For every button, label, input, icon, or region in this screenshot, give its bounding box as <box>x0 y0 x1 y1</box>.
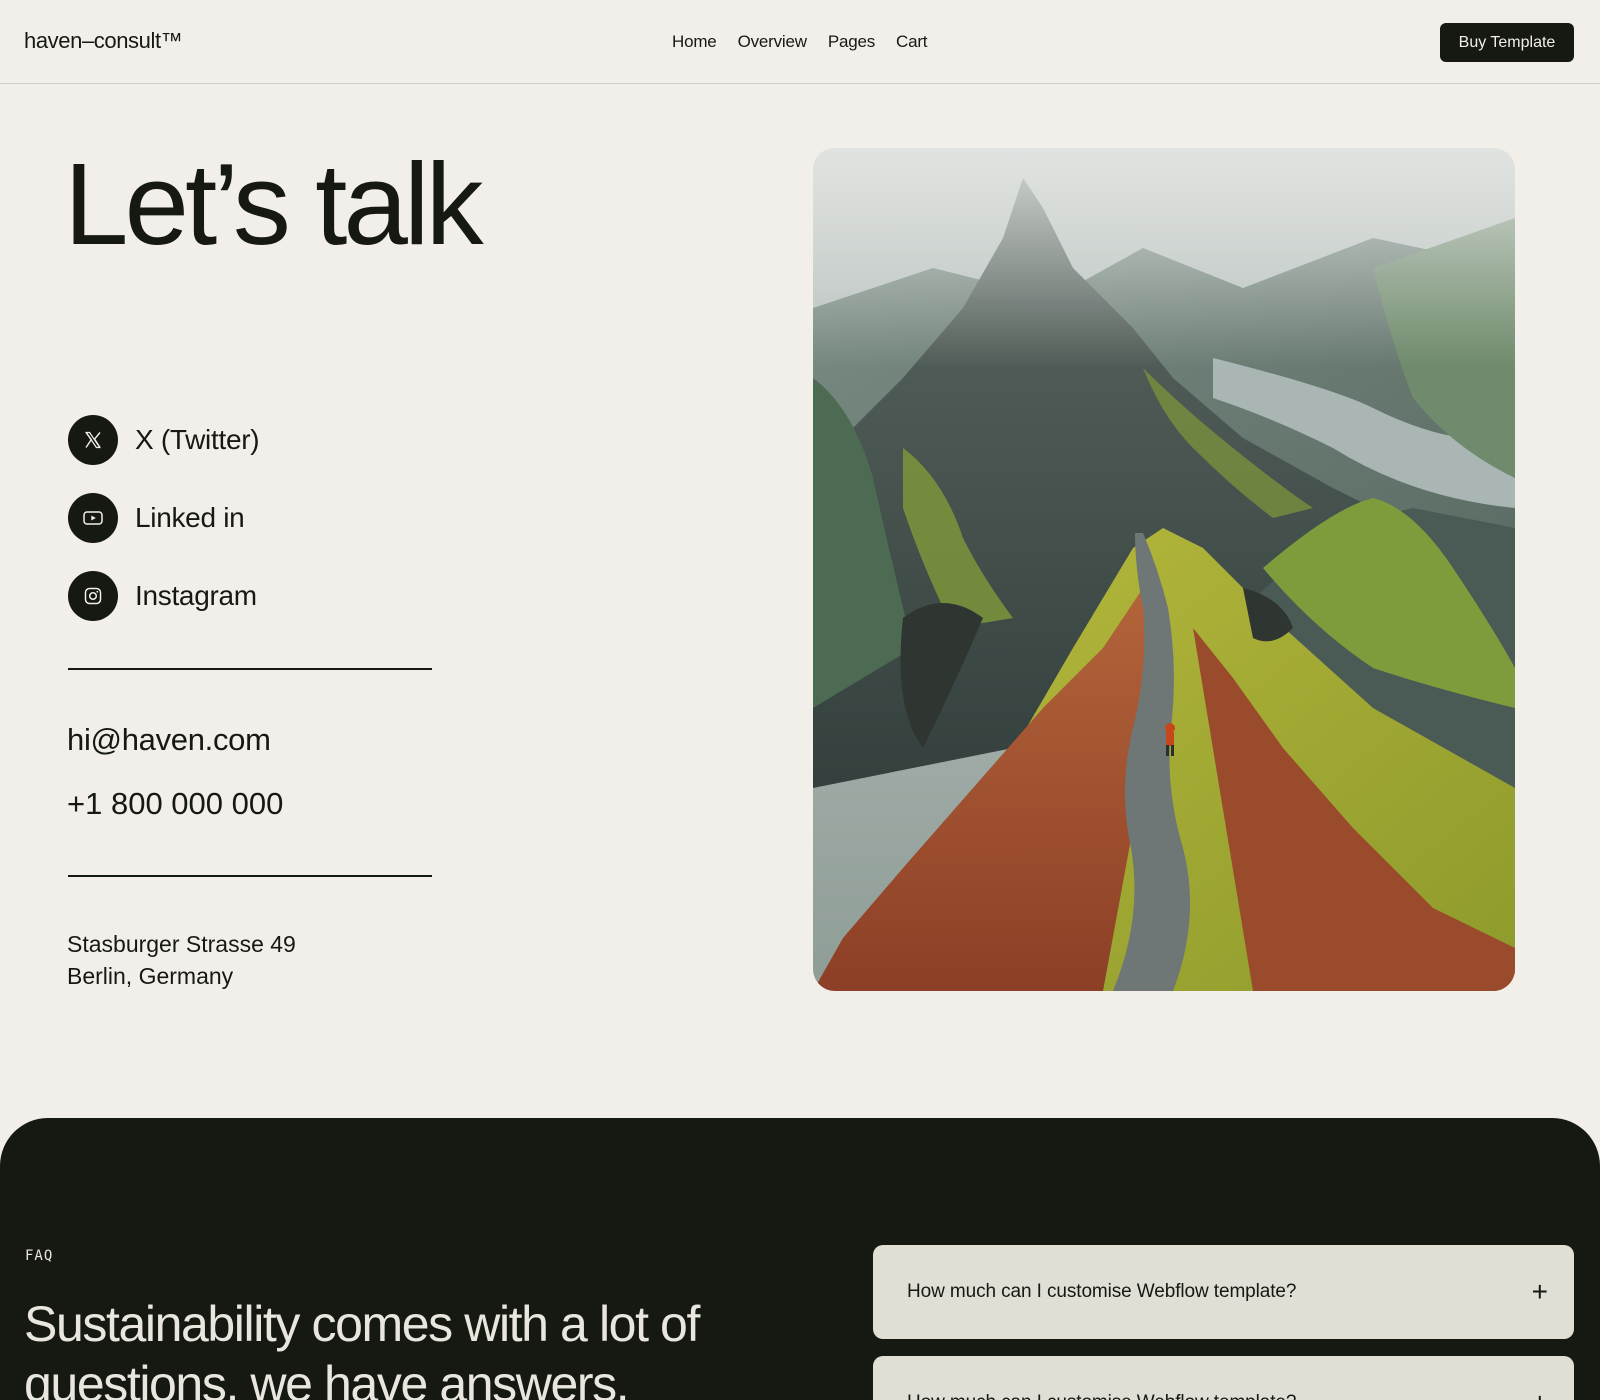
faq-question: How much can I customise Webflow templat… <box>907 1281 1297 1302</box>
instagram-icon <box>68 571 118 621</box>
faq-item[interactable]: How much can I customise Webflow templat… <box>873 1356 1574 1400</box>
phone-link[interactable]: +1 800 000 000 <box>67 786 283 822</box>
buy-template-button[interactable]: Buy Template <box>1440 23 1574 62</box>
faq-eyebrow: FAQ <box>25 1248 54 1264</box>
divider <box>68 875 432 877</box>
social-label-linkedin: Linked in <box>135 502 245 533</box>
nav-link-cart[interactable]: Cart <box>896 32 928 52</box>
address-line: Stasburger Strasse 49 <box>67 931 296 957</box>
address: Stasburger Strasse 49 Berlin, Germany <box>67 928 296 992</box>
x-twitter-icon <box>68 415 118 465</box>
plus-icon[interactable]: + <box>1532 1389 1548 1400</box>
site-header: haven–consult™ Home Overview Pages Cart … <box>0 0 1600 84</box>
faq-question: How much can I customise Webflow templat… <box>907 1392 1296 1400</box>
social-label-instagram: Instagram <box>135 580 257 611</box>
faq-section: FAQ Sustainability comes with a lot of q… <box>0 1118 1600 1400</box>
nav-link-overview[interactable]: Overview <box>738 32 807 52</box>
divider <box>68 668 432 670</box>
site-logo[interactable]: haven–consult™ <box>24 28 183 54</box>
social-links: X (Twitter) Linked in Instagram <box>68 414 260 648</box>
mountain-ridge-photo <box>813 148 1515 991</box>
plus-icon[interactable]: + <box>1532 1278 1548 1306</box>
email-link[interactable]: hi@haven.com <box>67 722 271 758</box>
nav-link-home[interactable]: Home <box>672 32 717 52</box>
faq-heading: Sustainability comes with a lot of quest… <box>24 1296 700 1400</box>
social-label-x: X (Twitter) <box>135 424 260 455</box>
youtube-play-icon <box>68 493 118 543</box>
address-line: Berlin, Germany <box>67 963 234 989</box>
social-link-linkedin[interactable]: Linked in <box>68 492 259 544</box>
page-title: Let’s talk <box>64 139 484 269</box>
faq-item[interactable]: How much can I customise Webflow templat… <box>873 1245 1574 1339</box>
main-nav: Home Overview Pages Cart <box>672 32 928 52</box>
social-link-instagram[interactable]: Instagram <box>68 570 259 622</box>
social-link-x[interactable]: X (Twitter) <box>68 414 260 466</box>
nav-link-pages[interactable]: Pages <box>828 32 875 52</box>
